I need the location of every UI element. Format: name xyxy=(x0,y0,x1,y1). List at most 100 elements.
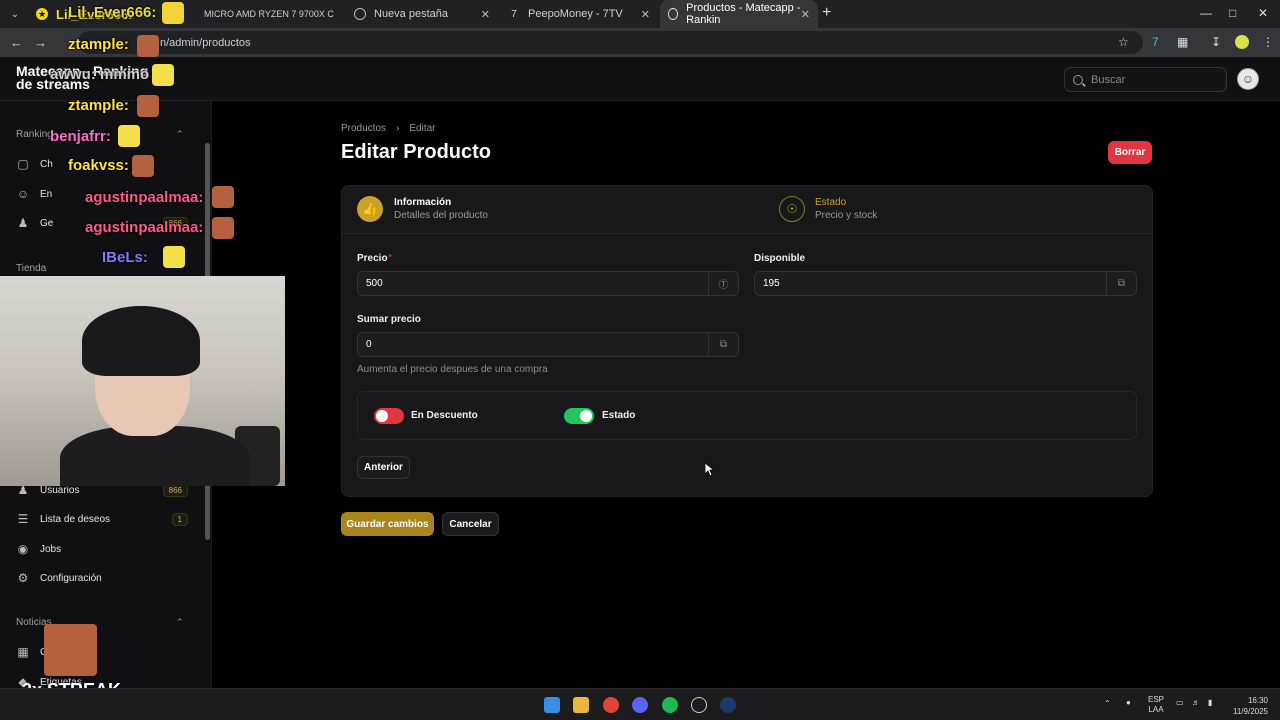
tab-label: MICRO AMD RYZEN 7 9700X C xyxy=(204,9,334,19)
back-icon[interactable]: ← xyxy=(10,35,23,50)
spotify-icon[interactable] xyxy=(662,697,678,713)
sidebar-item-configuracion[interactable]: ⚙ Configuración xyxy=(16,567,188,589)
sidebar-item-label: Jobs xyxy=(40,543,62,555)
microphone-icon[interactable]: ● xyxy=(1126,698,1131,708)
date-text: 11/9/2025 xyxy=(1233,707,1268,716)
lang-text: ESP xyxy=(1148,695,1165,704)
chat-line: IBeLs: xyxy=(102,249,148,266)
globe-icon xyxy=(354,8,366,20)
chevron-up-icon[interactable]: ⌃ xyxy=(1104,699,1111,709)
bookmark-star-icon[interactable]: ☆ xyxy=(1118,35,1129,49)
chat-line: benjafrr: xyxy=(50,128,111,145)
webcam-overlay xyxy=(0,276,285,486)
windows-start-icon[interactable] xyxy=(544,697,560,713)
close-icon[interactable]: ✕ xyxy=(481,8,490,21)
avatar[interactable]: ☺ xyxy=(1237,68,1259,90)
language-indicator[interactable]: ESP LAA xyxy=(1148,695,1164,715)
battery-icon[interactable]: ▮ xyxy=(1208,698,1212,708)
delete-button[interactable]: Borrar xyxy=(1108,141,1152,164)
close-icon[interactable]: ✕ xyxy=(801,8,810,21)
page-title: Editar Producto xyxy=(341,141,492,163)
precio-field[interactable]: 500 Ⓣ xyxy=(357,271,739,296)
chat-line: foakvss: xyxy=(68,157,129,174)
cancel-button[interactable]: Cancelar xyxy=(442,512,499,536)
profile-icon[interactable] xyxy=(1235,35,1249,49)
emote-icon xyxy=(44,624,97,676)
sidebar-item-jobs[interactable]: ◉ Jobs xyxy=(16,538,188,560)
app-icon[interactable] xyxy=(691,697,707,713)
sidebar-item-label: En xyxy=(40,188,53,200)
tab-favicon: ★ xyxy=(36,8,48,20)
breadcrumb: Productos › Editar xyxy=(341,123,436,134)
smile-icon: ☺ xyxy=(16,187,30,201)
section-ranking[interactable]: Ranking xyxy=(16,129,53,140)
step-info-subtitle: Detalles del producto xyxy=(394,210,488,221)
close-icon[interactable]: ✕ xyxy=(641,8,650,21)
anterior-button[interactable]: Anterior xyxy=(357,456,410,479)
tab-2[interactable]: MICRO AMD RYZEN 7 9700X C xyxy=(196,0,346,28)
search-input[interactable]: Buscar xyxy=(1064,67,1227,92)
chat-line: ztample: xyxy=(68,36,129,53)
discord-icon[interactable] xyxy=(632,697,648,713)
url-input[interactable]: n/admin/productos xyxy=(78,31,1143,54)
sidebar-item-noticias-1[interactable]: ▦ C xyxy=(16,641,188,663)
sidebar-item-label: Ch xyxy=(40,158,53,170)
network-icon[interactable]: ▭ xyxy=(1176,698,1184,708)
emote-icon xyxy=(212,186,234,208)
step-info-title[interactable]: Información xyxy=(394,197,451,208)
steam-icon[interactable] xyxy=(720,697,736,713)
chevron-up-icon[interactable]: ⌃ xyxy=(176,617,184,628)
extensions-icon[interactable]: ▦ xyxy=(1177,35,1188,49)
copy-icon: ⧉ xyxy=(708,333,738,356)
search-placeholder: Buscar xyxy=(1091,73,1126,86)
dollar-icon: Ⓣ xyxy=(708,272,738,295)
sidebar-item-label: Ge xyxy=(40,217,54,229)
en-descuento-label: En Descuento xyxy=(411,410,478,421)
status-icon[interactable]: ☉ xyxy=(779,196,805,222)
search-icon xyxy=(1073,74,1083,85)
file-explorer-icon[interactable] xyxy=(573,697,589,713)
precio-label: Precio* xyxy=(357,253,392,264)
matecapp-favicon xyxy=(668,8,679,20)
volume-icon[interactable]: ♬ xyxy=(1192,698,1200,708)
maximize-button[interactable]: □ xyxy=(1229,6,1236,20)
chat-icon: ▢ xyxy=(17,157,29,171)
thumbs-up-icon[interactable]: 👍 xyxy=(357,196,383,222)
clock[interactable]: 16:30 11/9/2025 xyxy=(1226,695,1268,717)
required-marker: * xyxy=(388,253,392,262)
en-descuento-toggle[interactable] xyxy=(374,408,404,424)
emote-icon xyxy=(162,2,184,24)
tab-3[interactable]: Nueva pestaña ✕ xyxy=(346,0,498,28)
tab-search-button[interactable]: ⌄ xyxy=(4,3,26,25)
emote-icon xyxy=(152,64,174,86)
forward-icon[interactable]: → xyxy=(34,35,47,50)
section-tienda[interactable]: Tienda xyxy=(16,263,46,274)
chrome-icon[interactable] xyxy=(603,697,619,713)
minimize-button[interactable]: — xyxy=(1200,6,1212,20)
emote-icon xyxy=(137,95,159,117)
step-estado-title[interactable]: Estado xyxy=(815,197,846,208)
window-close-button[interactable]: ✕ xyxy=(1258,6,1268,20)
download-icon[interactable]: ↧ xyxy=(1211,35,1221,49)
sumar-precio-field[interactable]: 0 ⧉ xyxy=(357,332,739,357)
7tv-extension-icon[interactable]: 7 xyxy=(1152,35,1159,49)
count-badge: 1 xyxy=(171,512,188,526)
jobs-icon: ◉ xyxy=(17,542,29,556)
disponible-field[interactable]: 195 ⧉ xyxy=(754,271,1137,296)
tab-4[interactable]: 7 PeepoMoney - 7TV ✕ xyxy=(500,0,658,28)
app-header: Matecapp - Ranking y de streams Buscar ☺ xyxy=(0,57,1280,101)
sidebar-item-label: Configuración xyxy=(40,572,102,584)
menu-kebab-icon[interactable]: ⋮ xyxy=(1262,35,1274,49)
streamer-beanie xyxy=(82,306,200,376)
new-tab-button[interactable]: + xyxy=(822,4,831,22)
chevron-up-icon[interactable]: ⌃ xyxy=(176,129,184,140)
emote-icon xyxy=(132,155,154,177)
save-button[interactable]: Guardar cambios xyxy=(341,512,434,536)
chat-line: Lil_Ever666: xyxy=(68,4,157,21)
tab-label: Nueva pestaña xyxy=(374,8,448,20)
sidebar-item-lista-deseos[interactable]: ☰ Lista de deseos 1 xyxy=(16,508,188,530)
breadcrumb-productos[interactable]: Productos xyxy=(341,123,386,134)
region-text: LAA xyxy=(1148,705,1164,714)
tab-5-active[interactable]: Productos - Matecapp - Rankin ✕ xyxy=(660,0,818,28)
estado-toggle[interactable] xyxy=(564,408,594,424)
